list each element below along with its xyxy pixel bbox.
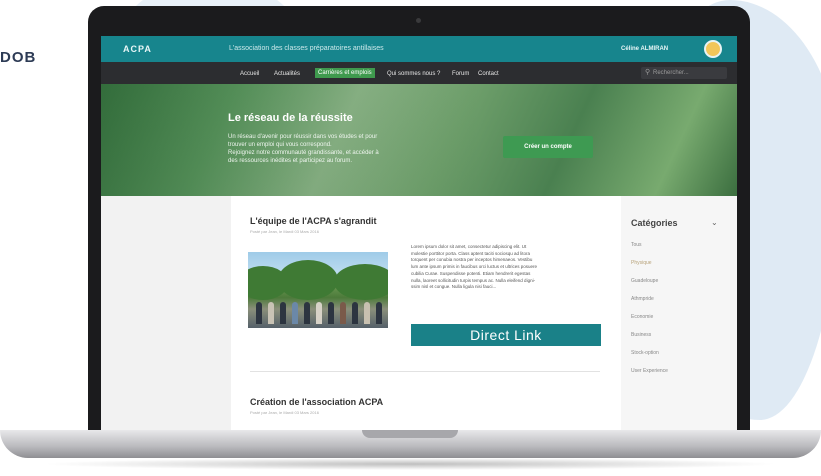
search-placeholder: Rechercher... — [653, 70, 689, 76]
direct-link-button[interactable]: Direct Link — [411, 324, 601, 346]
person-shape — [292, 302, 298, 324]
post-date: Posté par Jean, le Mardi 03 Mars 2016 — [250, 229, 319, 234]
post-body-line: lum ante ipsum primis in faucibus orci l… — [411, 264, 538, 270]
nav-item-carrieres[interactable]: Carrières et emplois — [315, 68, 375, 78]
category-item[interactable]: Physique — [631, 260, 652, 266]
search-icon: ⚲ — [645, 69, 651, 76]
category-item[interactable]: Tous — [631, 242, 642, 248]
tree-shape — [334, 264, 388, 300]
post-image[interactable] — [248, 252, 388, 328]
user-name[interactable]: Céline ALMIRAN — [621, 46, 668, 52]
search-input[interactable]: ⚲ Rechercher... — [641, 67, 727, 79]
laptop-screen: ACPA L'association des classes préparato… — [101, 36, 737, 431]
category-item[interactable]: Stock-option — [631, 350, 659, 356]
post-body-line: Lorem ipsum dolor sit amet, consectetur … — [411, 244, 527, 249]
main-nav: Accueil Actualités Carrières et emplois … — [101, 62, 737, 84]
hero-text-line: des ressources inédites et participez au… — [228, 158, 353, 164]
person-shape — [316, 302, 322, 324]
laptop-frame: ACPA L'association des classes préparato… — [88, 6, 750, 446]
site-tagline: L'association des classes préparatoires … — [229, 45, 384, 52]
post-body-line: cubilia Curae. Suspendisse potenti. Etia… — [411, 270, 531, 276]
divider — [250, 371, 600, 372]
avatar[interactable] — [704, 40, 722, 58]
laptop-notch — [362, 430, 458, 438]
hero-text-line: Un réseau d'avenir pour réussir dans vos… — [228, 134, 378, 140]
categories-sidebar: Catégories ⌄ Tous Physique Guadeloupe At… — [621, 196, 737, 431]
post-date: Posté par Jean, le Mardi 03 Mars 2016 — [250, 410, 319, 415]
person-shape — [280, 302, 286, 324]
camera-icon — [416, 18, 421, 23]
post-body-line: molestie porttitor porta. Class aptent t… — [411, 250, 531, 256]
category-item[interactable]: Business — [631, 332, 651, 338]
site-header: ACPA L'association des classes préparato… — [101, 36, 737, 62]
tree-shape — [278, 260, 338, 300]
nav-item-accueil[interactable]: Accueil — [237, 69, 262, 79]
hero-text: Un réseau d'avenir pour réussir dans vos… — [228, 133, 443, 165]
person-shape — [376, 302, 382, 324]
chevron-down-icon[interactable]: ⌄ — [711, 218, 718, 227]
nav-item-qui-sommes-nous[interactable]: Qui sommes nous ? — [384, 69, 443, 79]
category-item[interactable]: Guadeloupe — [631, 278, 658, 284]
person-shape — [256, 302, 262, 324]
category-item[interactable]: Economie — [631, 314, 653, 320]
person-shape — [364, 302, 370, 324]
person-shape — [340, 302, 346, 324]
category-item[interactable]: User Experience — [631, 368, 668, 374]
post-body-line: torquent per conubia nostra per inceptos… — [411, 257, 533, 263]
nav-item-forum[interactable]: Forum — [449, 69, 472, 79]
nav-item-actualites[interactable]: Actualités — [271, 69, 303, 79]
post-title[interactable]: Création de l'association ACPA — [250, 397, 383, 407]
categories-title: Catégories — [631, 218, 678, 228]
corner-text: DOB — [0, 49, 37, 66]
laptop-shadow — [40, 458, 780, 470]
person-shape — [328, 302, 334, 324]
hero-text-line: trouver un emploi qui vous correspond. — [228, 142, 332, 148]
site-logo[interactable]: ACPA — [123, 44, 152, 54]
post-title[interactable]: L'équipe de l'ACPA s'agrandit — [250, 216, 376, 226]
person-shape — [304, 302, 310, 324]
person-shape — [352, 302, 358, 324]
hero-banner: Le réseau de la réussite Un réseau d'ave… — [101, 84, 737, 196]
hero-text-line: Rejoignez notre communauté grandissante,… — [228, 150, 379, 156]
nav-item-contact[interactable]: Contact — [475, 69, 502, 79]
hero-title: Le réseau de la réussite — [228, 112, 353, 124]
person-shape — [268, 302, 274, 324]
main-content: L'équipe de l'ACPA s'agrandit Posté par … — [231, 196, 621, 431]
post-body-line: nulla, laoreet sollicitudin turpis tempu… — [411, 277, 536, 283]
category-item[interactable]: Athmpride — [631, 296, 654, 302]
create-account-button[interactable]: Créer un compte — [503, 136, 593, 158]
post-body-line: ssim nisl et congue. Nulla ligula nisi f… — [411, 284, 497, 290]
post-body: Lorem ipsum dolor sit amet, consectetur … — [411, 244, 601, 291]
